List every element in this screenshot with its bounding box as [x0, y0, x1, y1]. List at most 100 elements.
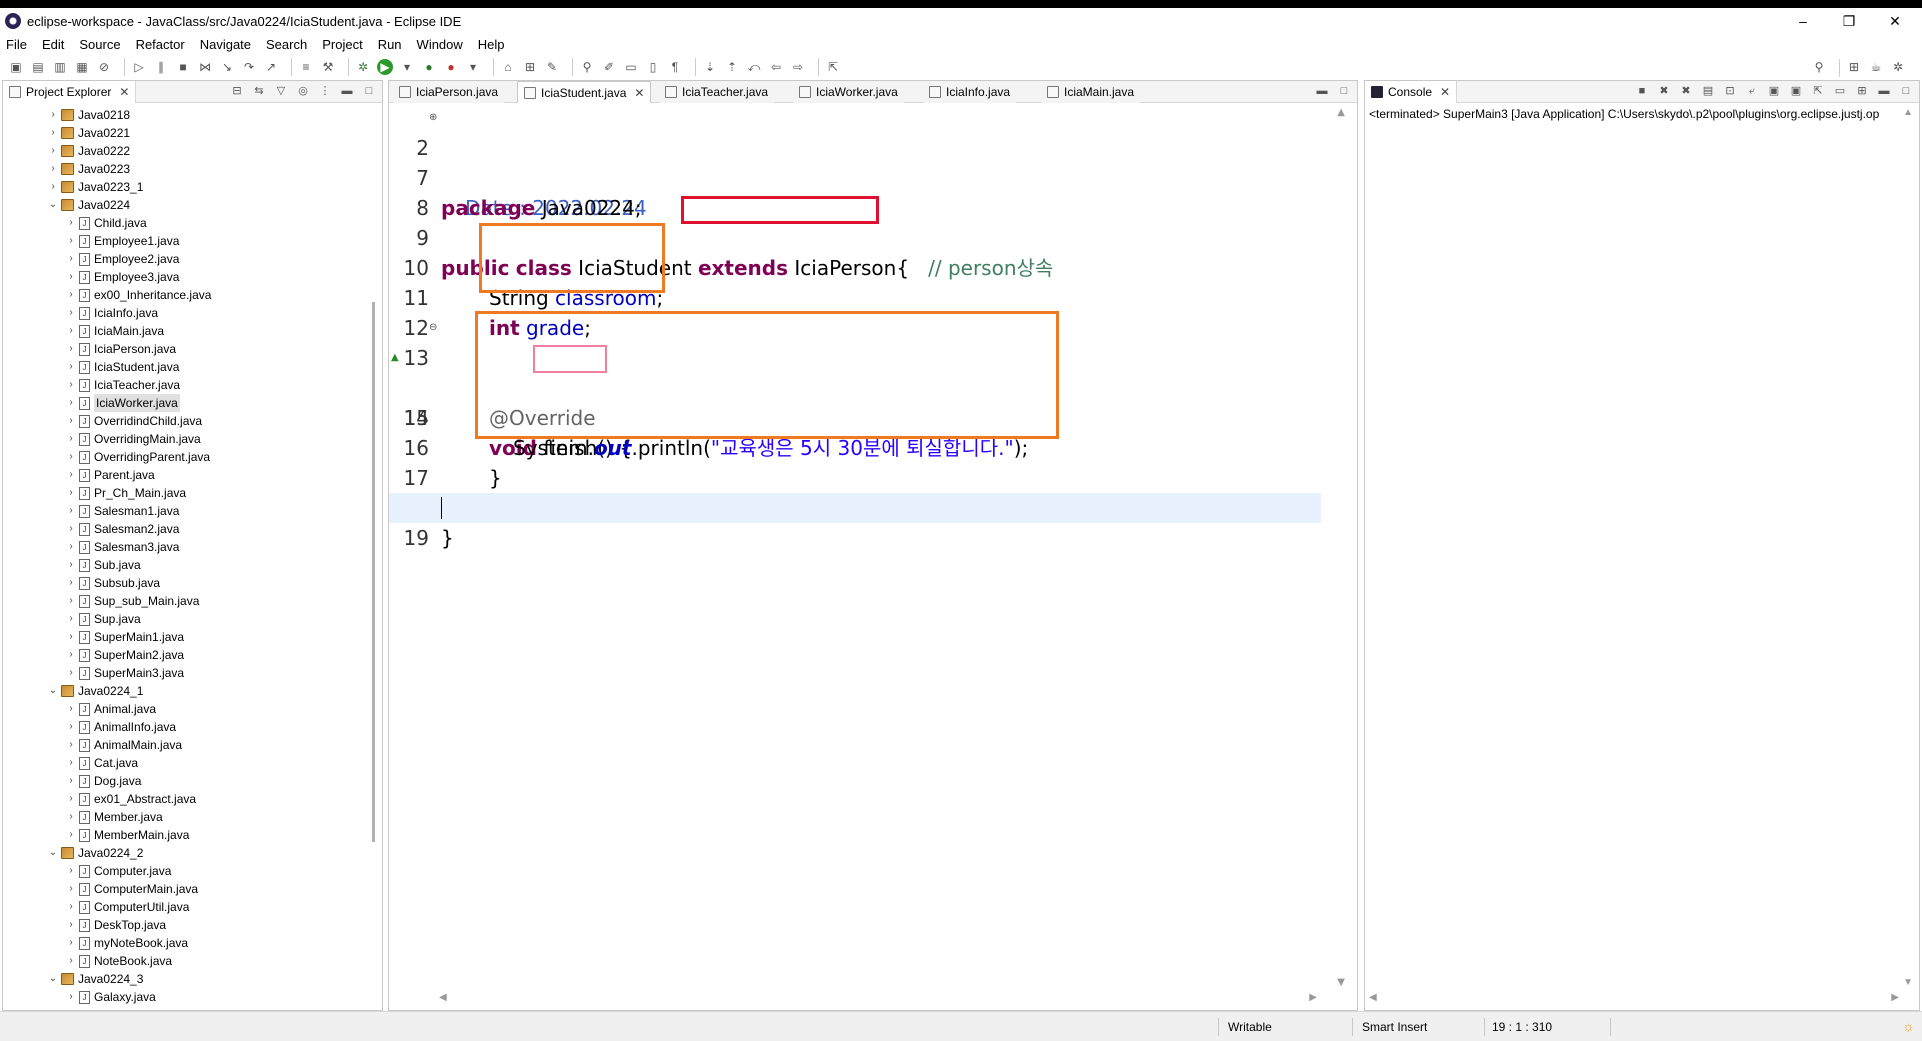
tab-icia-worker[interactable]: IciaWorker.java: [793, 81, 904, 103]
tree-file-item[interactable]: › J Sub.java: [7, 556, 366, 574]
chevron-right-icon[interactable]: ›: [65, 340, 77, 358]
code-editor[interactable]: 2 ⊕ Date : 2022.02.24 7 package Java0224…: [389, 103, 1357, 1010]
chevron-right-icon[interactable]: ›: [65, 628, 77, 646]
search-toolbar-icon[interactable]: ✐: [601, 59, 617, 75]
maximize-view-icon[interactable]: □: [1899, 84, 1913, 98]
chevron-right-icon[interactable]: ›: [47, 160, 59, 178]
tab-icia-person[interactable]: IciaPerson.java: [393, 81, 505, 103]
editor-horizontal-scrollbar[interactable]: ◀ ▶: [439, 992, 1317, 1006]
chevron-down-icon[interactable]: ⌄: [47, 844, 59, 862]
chevron-right-icon[interactable]: ›: [65, 286, 77, 304]
tree-file-item[interactable]: › J Subsub.java: [7, 574, 366, 592]
menu-search[interactable]: Search: [266, 37, 307, 52]
new-class-icon[interactable]: ✎: [544, 59, 560, 75]
chevron-right-icon[interactable]: ›: [65, 376, 77, 394]
scroll-left-icon[interactable]: ◀: [1369, 992, 1377, 1003]
remove-all-icon[interactable]: ✖: [1679, 84, 1693, 98]
tree-file-item[interactable]: › J Employee2.java: [7, 250, 366, 268]
search-icon[interactable]: ⚲: [1811, 59, 1827, 75]
fold-collapse-icon[interactable]: ⊖: [429, 313, 437, 343]
run-icon[interactable]: ▶: [377, 59, 393, 75]
tree-file-item[interactable]: › J IciaTeacher.java: [7, 376, 366, 394]
tree-file-item[interactable]: › J OverridingMain.java: [7, 430, 366, 448]
tree-file-item[interactable]: › J Pr_Ch_Main.java: [7, 484, 366, 502]
tree-file-item[interactable]: › J Salesman2.java: [7, 520, 366, 538]
chevron-right-icon[interactable]: ›: [65, 826, 77, 844]
tree-file-item[interactable]: › J OverridindChild.java: [7, 412, 366, 430]
tab-icia-teacher[interactable]: IciaTeacher.java: [659, 81, 775, 103]
display-console-icon[interactable]: ▭: [1833, 84, 1847, 98]
tree-package-item[interactable]: › Java0223_1: [7, 178, 366, 196]
tab-icia-info[interactable]: IciaInfo.java: [923, 81, 1017, 103]
chevron-right-icon[interactable]: ›: [65, 538, 77, 556]
disconnect-icon[interactable]: ⋈: [197, 59, 213, 75]
chevron-right-icon[interactable]: ›: [65, 394, 77, 412]
chevron-right-icon[interactable]: ›: [65, 520, 77, 538]
resume-icon[interactable]: ▷: [131, 59, 147, 75]
pin-console-icon[interactable]: ⇱: [1811, 84, 1825, 98]
tree-file-item[interactable]: › J NoteBook.java: [7, 952, 366, 970]
chevron-right-icon[interactable]: ›: [65, 772, 77, 790]
view-menu-icon[interactable]: ⋮: [318, 84, 332, 98]
chevron-right-icon[interactable]: ›: [65, 610, 77, 628]
chevron-right-icon[interactable]: ›: [65, 664, 77, 682]
chevron-right-icon[interactable]: ›: [65, 304, 77, 322]
tip-lightbulb-icon[interactable]: ☼: [1902, 1018, 1915, 1034]
chevron-right-icon[interactable]: ›: [65, 430, 77, 448]
chevron-down-icon[interactable]: ⌄: [47, 682, 59, 700]
project-tree-scrollbar[interactable]: [370, 106, 380, 1004]
filter-icon[interactable]: ▽: [274, 84, 288, 98]
link-editor-icon[interactable]: ⇆: [252, 84, 266, 98]
close-button[interactable]: ✕: [1872, 8, 1918, 34]
tree-file-item[interactable]: › J Sup.java: [7, 610, 366, 628]
chevron-right-icon[interactable]: ›: [65, 448, 77, 466]
chevron-right-icon[interactable]: ›: [47, 106, 59, 124]
clear-console-icon[interactable]: ▤: [1701, 84, 1715, 98]
chevron-right-icon[interactable]: ›: [65, 790, 77, 808]
word-wrap-icon[interactable]: ⤶: [1745, 84, 1759, 98]
new-java-project-icon[interactable]: ⌂: [500, 59, 516, 75]
maximize-button[interactable]: ❐: [1826, 8, 1872, 34]
tree-file-item[interactable]: › J Parent.java: [7, 466, 366, 484]
fold-expand-icon[interactable]: ⊕: [429, 103, 437, 133]
save-all-icon[interactable]: ▥: [52, 59, 68, 75]
close-icon[interactable]: ✕: [119, 85, 129, 99]
chevron-right-icon[interactable]: ›: [65, 232, 77, 250]
use-step-filters-icon[interactable]: ⚒: [320, 59, 336, 75]
menu-source[interactable]: Source: [79, 37, 120, 52]
minimize-view-icon[interactable]: ▬: [1315, 84, 1329, 98]
close-icon[interactable]: ✕: [634, 86, 644, 100]
collapse-all-icon[interactable]: ⊟: [230, 84, 244, 98]
chevron-right-icon[interactable]: ›: [47, 142, 59, 160]
tree-file-item[interactable]: › J SuperMain1.java: [7, 628, 366, 646]
close-icon[interactable]: ✕: [1440, 85, 1450, 99]
chevron-right-icon[interactable]: ›: [65, 718, 77, 736]
show-stdout-icon[interactable]: ▣: [1767, 84, 1781, 98]
show-whitespace-icon[interactable]: ¶: [667, 59, 683, 75]
chevron-right-icon[interactable]: ›: [65, 412, 77, 430]
step-return-icon[interactable]: ↗: [263, 59, 279, 75]
chevron-right-icon[interactable]: ›: [65, 556, 77, 574]
tree-package-item[interactable]: › Java0218: [7, 106, 366, 124]
chevron-right-icon[interactable]: ›: [65, 988, 77, 1004]
debug-icon[interactable]: ✲: [355, 59, 371, 75]
run-dropdown-icon[interactable]: ▾: [399, 59, 415, 75]
block-selection-icon[interactable]: ▯: [645, 59, 661, 75]
tab-icia-main[interactable]: IciaMain.java: [1041, 81, 1141, 103]
chevron-right-icon[interactable]: ›: [65, 880, 77, 898]
step-into-icon[interactable]: ↘: [219, 59, 235, 75]
last-edit-icon[interactable]: ⤺: [746, 59, 762, 75]
coverage-icon[interactable]: ≡: [298, 59, 314, 75]
menu-run[interactable]: Run: [378, 37, 402, 52]
tree-file-item[interactable]: › J Salesman3.java: [7, 538, 366, 556]
tree-file-item[interactable]: › J DeskTop.java: [7, 916, 366, 934]
chevron-right-icon[interactable]: ›: [65, 862, 77, 880]
focus-icon[interactable]: ◎: [296, 84, 310, 98]
menu-navigate[interactable]: Navigate: [200, 37, 251, 52]
chevron-right-icon[interactable]: ›: [65, 574, 77, 592]
chevron-right-icon[interactable]: ›: [65, 952, 77, 970]
tree-package-item[interactable]: › Java0223: [7, 160, 366, 178]
project-explorer-tab[interactable]: Project Explorer ✕: [3, 81, 137, 103]
tree-file-item[interactable]: › J ComputerMain.java: [7, 880, 366, 898]
chevron-right-icon[interactable]: ›: [65, 358, 77, 376]
